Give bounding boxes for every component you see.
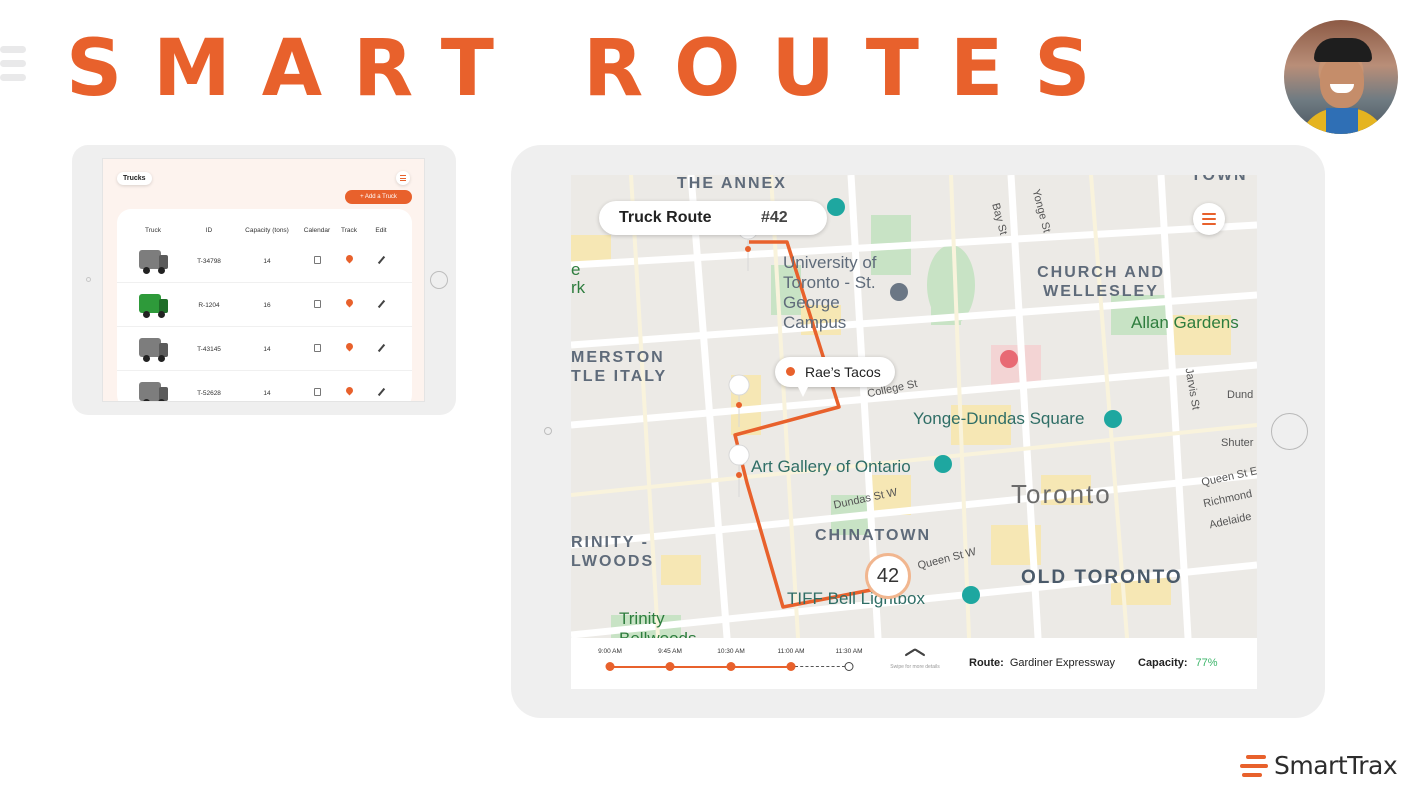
capacity-value: 77% <box>1195 657 1218 669</box>
map-label-merston: MERSTON <box>571 349 665 366</box>
location-pin-icon[interactable] <box>344 297 355 308</box>
page-title: SMART ROUTES <box>66 24 1122 114</box>
trucks-screen: Trucks + Add a Truck Truck ID Capacity (… <box>102 158 425 402</box>
truck-capacity: 14 <box>263 390 271 397</box>
timeline-remaining <box>795 666 845 667</box>
col-id: ID <box>205 227 213 234</box>
timeline-stop[interactable] <box>786 662 796 671</box>
street-shuter: Shuter <box>1221 437 1254 449</box>
timeline-time: 11:30 AM <box>835 648 863 655</box>
truck-image <box>139 379 169 401</box>
street-dund: Dund <box>1227 389 1254 401</box>
pencil-icon[interactable] <box>377 387 386 397</box>
timeline-stop[interactable] <box>665 662 675 671</box>
route-info: Route: Gardiner Expressway <box>969 657 1115 669</box>
map-label-annex: THE ANNEX <box>677 175 787 192</box>
truck-id: T-43145 <box>197 346 221 353</box>
add-truck-button[interactable]: + Add a Truck <box>345 190 412 204</box>
timeline-progress <box>610 666 791 668</box>
map-label-toronto: Toronto <box>1011 479 1112 509</box>
timeline-time: 9:45 AM <box>658 648 682 655</box>
col-track: Track <box>340 227 358 234</box>
pencil-icon[interactable] <box>377 343 386 353</box>
map-label-little-italy: TLE ITALY <box>571 368 668 385</box>
map-label-chinatown: CHINATOWN <box>815 527 932 544</box>
map-label-old-toronto: OLD TORONTO <box>1021 567 1183 588</box>
calendar-icon[interactable] <box>314 300 321 308</box>
truck-image <box>139 335 169 362</box>
truck-id: T-34798 <box>197 258 221 265</box>
logo-text: SmartTrax <box>1274 751 1398 780</box>
col-truck: Truck <box>144 227 162 234</box>
logo-mark-icon <box>1240 754 1268 778</box>
timeline-stop-next[interactable] <box>844 662 854 671</box>
truck-image <box>139 247 169 274</box>
location-pin-icon[interactable] <box>344 341 355 352</box>
truck-capacity: 14 <box>263 258 271 265</box>
tablet-route: THE ANNEX TOWN e rk University of Toront… <box>511 145 1325 718</box>
location-pin-icon[interactable] <box>344 385 355 396</box>
timeline-time: 9:00 AM <box>598 648 622 655</box>
tablet-camera <box>544 427 552 435</box>
pencil-icon[interactable] <box>377 255 386 265</box>
truck-id: T-52628 <box>197 390 221 397</box>
truck-marker[interactable]: 42 <box>865 553 911 599</box>
route-label: Route: <box>969 657 1004 669</box>
table-row[interactable]: T-43145 14 <box>117 327 412 371</box>
capacity-label: Capacity: <box>1138 657 1188 669</box>
calendar-icon[interactable] <box>314 256 321 264</box>
map-label-trinity-area: RINITY - LWOODS <box>571 534 655 570</box>
timeline-time: 11:00 AM <box>777 648 805 655</box>
swipe-handle[interactable]: Swipe for more details <box>889 644 941 670</box>
tablet-home-button <box>430 271 448 289</box>
col-capacity: Capacity (tons) <box>245 227 289 234</box>
trucks-table: Truck ID Capacity (tons) Calendar Track … <box>117 209 412 401</box>
swipe-hint: Swipe for more details <box>890 664 940 670</box>
col-edit: Edit <box>375 227 387 234</box>
pencil-icon[interactable] <box>377 299 386 309</box>
truck-image <box>139 291 169 318</box>
map-label-allan: Allan Gardens <box>1131 313 1239 332</box>
tablet-trucks: Trucks + Add a Truck Truck ID Capacity (… <box>72 145 456 415</box>
map-label-town: TOWN <box>1191 175 1248 184</box>
col-calendar: Calendar <box>303 227 331 234</box>
truck-id: R-1204 <box>198 302 220 309</box>
location-pin-icon[interactable] <box>344 253 355 264</box>
map-label-ago: Art Gallery of Ontario <box>751 457 911 476</box>
stop-dot-icon <box>786 367 795 376</box>
map-label-church: CHURCH AND WELLESLEY <box>1037 264 1165 300</box>
hamburger-menu-icon[interactable] <box>0 46 26 88</box>
timeline-time: 10:30 AM <box>717 648 745 655</box>
calendar-icon[interactable] <box>314 388 321 396</box>
menu-icon[interactable] <box>1193 203 1225 235</box>
table-row[interactable]: T-52628 14 <box>117 371 412 401</box>
table-row[interactable]: T-34798 14 <box>117 239 412 283</box>
slide: SMART ROUTES Trucks + Add a Truck Truck … <box>0 0 1420 796</box>
avatar <box>1284 20 1398 134</box>
truck-capacity: 16 <box>263 302 271 309</box>
map-label-yonge-dundas: Yonge-Dundas Square <box>913 409 1085 428</box>
timeline-stop[interactable] <box>605 662 615 671</box>
menu-icon[interactable] <box>396 171 410 185</box>
tablet-home-button <box>1271 413 1308 450</box>
calendar-icon[interactable] <box>314 344 321 352</box>
map-label-park-edge: e rk <box>571 260 586 297</box>
stop-name: Rae’s Tacos <box>805 364 881 380</box>
map-label-uoft: University of Toronto - St. George Campu… <box>783 253 877 332</box>
tablet-camera <box>86 277 91 282</box>
chevron-up-icon <box>903 647 927 663</box>
route-map-screen: THE ANNEX TOWN e rk University of Toront… <box>571 175 1257 689</box>
trucks-tab[interactable]: Trucks <box>117 172 152 185</box>
truck-route-number: #42 <box>761 209 788 226</box>
route-value: Gardiner Expressway <box>1009 657 1115 669</box>
capacity-info: Capacity: 77% <box>1138 657 1218 669</box>
route-details-bar[interactable]: 9:00 AM 9:45 AM 10:30 AM 11:00 AM 11:30 … <box>571 638 1257 689</box>
truck-capacity: 14 <box>263 346 271 353</box>
timeline-stop[interactable] <box>726 662 736 671</box>
table-row[interactable]: R-1204 16 <box>117 283 412 327</box>
stop-popup[interactable]: Rae’s Tacos <box>775 357 895 397</box>
truck-route-label: Truck Route <box>619 209 712 226</box>
truck-route-chip[interactable]: Truck Route #42 <box>599 201 827 235</box>
